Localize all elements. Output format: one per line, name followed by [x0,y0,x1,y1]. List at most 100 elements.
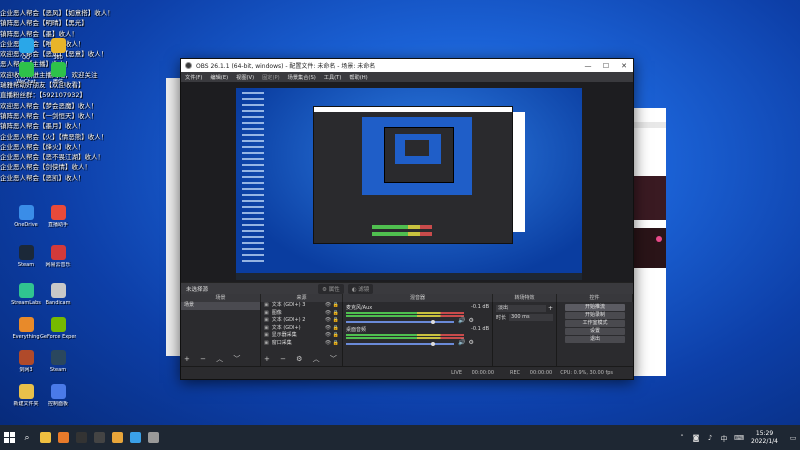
scene-controls[interactable]: + − ︿ ﹀ [184,354,244,364]
desktop-icon[interactable]: OneDrive [8,205,44,228]
source-type-icon: ▣ [264,309,269,316]
maximize-icon[interactable]: ☐ [597,62,615,70]
gear-icon[interactable]: ⚙ [468,317,473,324]
desktop-icon-label: 控制面板 [47,401,68,407]
sources-dock: ▣ 文本 (GDI+) 3 👁 🔒 ▣ 图像 👁 🔒 ▣ 文本 (GDI+) 2 👁 🔒 ▣ 文本 … [261,302,343,366]
taskbar-app[interactable] [144,425,162,450]
control-button[interactable]: 设置 [565,328,625,335]
visibility-lock-icon[interactable]: 👁 🔒 [325,310,339,318]
obs-title: OBS 26.1.1 (64-bit, windows) - 配置文件: 未命名… [196,63,376,70]
source-controls[interactable]: + − ⚙ ︿ ﹀ [264,354,341,364]
menu-item[interactable]: 工具(T) [324,74,342,81]
clock[interactable]: 15:29 2022/1/4 [751,430,778,446]
taskbar-app-icon [75,432,87,443]
status-bar: LIVE 00:00:00 REC 00:00:00 CPU: 0.9%, 30… [181,366,633,378]
duration-input[interactable]: 300 ms [509,314,553,321]
obs-preview[interactable] [181,82,633,282]
scene-item[interactable]: 场景 [181,302,260,310]
taskbar-app-icon [57,432,69,443]
desktop-icon[interactable]: 微信 [40,62,76,85]
app-icon [50,350,66,365]
desktop-icon[interactable]: 剑网3 [8,350,44,373]
tray-chevron-icon[interactable]: ˄ [678,434,686,442]
keyboard-icon[interactable]: ⌨ [734,434,744,442]
desktop-icon[interactable]: 网易云音乐 [40,245,76,268]
menu-item[interactable]: 视图(V) [236,74,254,81]
visibility-lock-icon[interactable]: 👁 🔒 [325,332,339,340]
control-button[interactable]: 退出 [565,336,625,343]
volume-slider[interactable] [346,341,454,346]
close-icon[interactable]: ✕ [615,62,633,70]
source-item[interactable]: ▣ 文本 (GDI+) 👁 🔒 [261,325,342,333]
desktop-icon[interactable]: StreamLabs [8,283,44,306]
menu-item[interactable]: 固定(P) [262,74,280,81]
source-item[interactable]: ▣ 窗口采集 👁 🔒 [261,340,342,348]
speaker-icon[interactable]: 🔊 [458,339,465,346]
filters-button[interactable]: ◐ 滤镜 [347,283,374,294]
visibility-lock-icon[interactable]: 👁 🔒 [325,302,339,310]
obs-window[interactable]: OBS 26.1.1 (64-bit, windows) - 配置文件: 未命名… [180,58,634,380]
control-button[interactable]: 开始录制 [565,312,625,319]
taskbar-app[interactable] [108,425,126,450]
desktop-icon[interactable]: Steam [40,350,76,373]
search-icon[interactable]: ⌕ [18,425,36,450]
desktop-icon-label: 网易云音乐 [45,262,71,268]
menu-item[interactable]: 帮助(H) [349,74,367,81]
visibility-lock-icon[interactable]: 👁 🔒 [325,325,339,333]
menu-item[interactable]: 场景集合(S) [288,74,316,81]
notification-icon[interactable]: ▭ [789,434,797,442]
visibility-lock-icon[interactable]: 👁 🔒 [325,340,339,348]
desktop-icon[interactable]: 360 [40,38,76,61]
desktop-icon[interactable]: 直播助手 [40,205,76,228]
source-item[interactable]: ▣ 显示器采集 👁 🔒 [261,332,342,340]
ime-icon[interactable]: 中 [720,434,728,443]
minimize-icon[interactable]: — [579,62,597,70]
source-label: 文本 (GDI+) 2 [271,317,306,323]
desktop-icon[interactable]: 控制面板 [40,384,76,407]
source-label: 文本 (GDI+) [271,324,301,331]
desktop-icon[interactable]: QQ [8,38,44,61]
source-type-icon: ▣ [264,302,269,308]
source-item[interactable]: ▣ 文本 (GDI+) 3 👁 🔒 [261,302,342,310]
mixer-channel-name: 麦克风/Aux [346,305,373,311]
background-window-player[interactable] [634,108,666,376]
volume-icon[interactable]: ♪ [706,434,714,442]
taskbar-app[interactable] [54,425,72,450]
app-icon [18,384,34,399]
network-icon[interactable]: ◙ [692,434,700,442]
app-icon [50,62,66,77]
desktop-icon-label: 微信 [52,79,63,85]
gear-icon[interactable]: ⚙ [468,339,473,346]
menu-item[interactable]: 编辑(E) [210,74,228,81]
volume-slider-knob[interactable] [431,319,436,324]
control-button[interactable]: 开始推流 [565,304,625,311]
desktop-icon[interactable]: Steam [8,245,44,268]
desktop-icon-label: Steam [49,367,67,373]
desktop-icon[interactable]: GeForce Experience [40,317,76,340]
desktop-icon[interactable]: 新建文件夹 [8,384,44,407]
dock-header-transitions: 转场特效 [493,294,557,302]
taskbar-app[interactable] [126,425,144,450]
properties-button[interactable]: ⚙ 属性 [318,283,344,294]
speaker-icon[interactable]: 🔊 [458,317,465,324]
start-button[interactable] [0,425,18,450]
desktop-icon[interactable]: WeChat [8,62,44,85]
volume-slider-knob[interactable] [431,341,436,346]
obs-titlebar[interactable]: OBS 26.1.1 (64-bit, windows) - 配置文件: 未命名… [181,59,633,72]
source-item[interactable]: ▣ 文本 (GDI+) 2 👁 🔒 [261,317,342,325]
volume-slider[interactable] [346,319,454,324]
menu-item[interactable]: 文件(F) [185,74,202,81]
taskbar-app[interactable] [36,425,54,450]
taskbar-app[interactable] [72,425,90,450]
visibility-lock-icon[interactable]: 👁 🔒 [325,317,339,325]
source-type-icon: ▣ [264,324,269,331]
taskbar-app-icon [111,432,123,443]
source-item[interactable]: ▣ 图像 👁 🔒 [261,310,342,318]
transition-add-icon[interactable]: + [548,305,553,312]
desktop-icon[interactable]: Bandicam [40,283,76,306]
taskbar-app-icon [93,432,105,443]
desktop-icon[interactable]: Everything [8,317,44,340]
control-button[interactable]: 工作室模式 [565,320,625,327]
transition-select[interactable]: 淡出 [496,305,546,312]
taskbar-app[interactable] [90,425,108,450]
